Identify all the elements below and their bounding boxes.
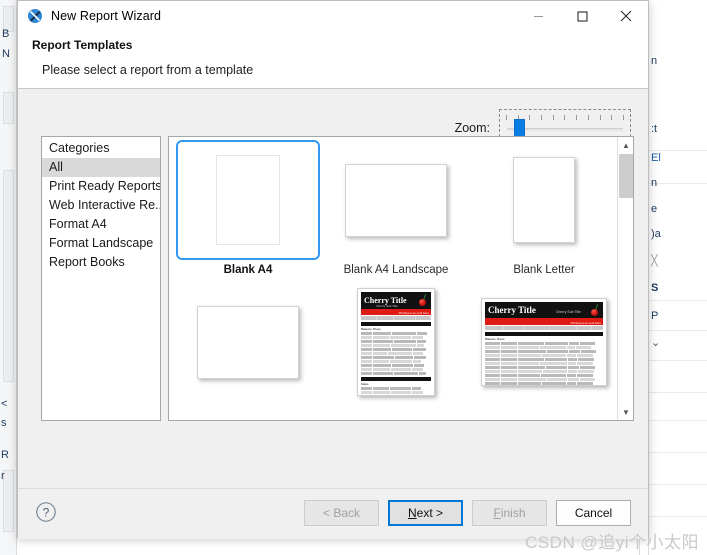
background-text-fragment: n [651,55,658,67]
background-text-fragment: e [651,203,658,215]
background-text-fragment: r [1,470,5,482]
report-section-band [361,322,431,326]
finish-label-rest: inish [500,506,526,520]
category-item-all[interactable]: All [42,158,160,177]
next-accelerator: N [407,506,417,520]
background-text-fragment: < [1,398,8,410]
background-text-fragment: N [2,48,10,60]
report-preview-subtitle: Cherry Sub Title [376,304,398,308]
new-report-wizard-dialog: New Report Wizard Report Templates Pleas… [17,0,649,539]
template-thumb-selected[interactable] [176,140,320,260]
background-text-fragment: ⌄ [651,337,661,349]
cancel-button[interactable]: Cancel [556,500,631,526]
cherry-report-preview-portrait[interactable]: Cherry Title Cherry Sub Title Printing i… [357,288,435,396]
background-text-fragment: B [2,28,10,40]
category-item-categories[interactable]: Categories [42,139,160,158]
cherry-report-preview-landscape[interactable]: Cherry Title Cherry Sub Title Printing i… [481,298,607,386]
window-title: New Report Wizard [51,9,162,23]
minimize-icon[interactable] [516,1,560,31]
chevron-up-icon[interactable]: ▲ [618,137,633,153]
report-wizard-icon [27,8,43,24]
template-label: Blank A4 Landscape [343,264,449,276]
background-text-fragment: n [651,177,658,189]
chevron-down-icon[interactable]: ▼ [618,404,633,420]
report-rows [485,342,603,385]
background-text-fragment: El [651,152,661,164]
report-group-label: Balance Sheet [361,327,381,331]
category-item-print-ready-reports[interactable]: Print Ready Reports [42,177,160,196]
wizard-footer: ? < Back Next > Finish Cancel [18,488,648,539]
template-item-cherry-landscape[interactable]: Cherry Title Cherry Sub Title Printing i… [470,282,618,406]
zoom-label: Zoom: [454,121,490,135]
template-item-blank-a4-landscape[interactable]: Blank A4 Landscape [322,140,470,276]
next-label-suffix: ext > [416,506,444,520]
page-subtitle: Please select a report from a template [42,63,254,77]
template-item-cherry-portrait[interactable]: Cherry Title Cherry Sub Title Printing i… [322,282,470,406]
report-section-band [485,332,603,336]
template-thumb[interactable]: Cherry Title Cherry Sub Title Printing i… [324,282,468,402]
templates-scrollbar[interactable]: ▲ ▼ [617,137,633,420]
finish-accelerator: F [493,506,501,520]
background-text-fragment: s [1,417,7,429]
page-title: Report Templates [32,38,133,52]
category-item-format-landscape[interactable]: Format Landscape [42,234,160,253]
template-thumb[interactable] [472,140,616,260]
next-button[interactable]: Next > [388,500,463,526]
background-text-fragment: )a [651,228,661,240]
wizard-body: Zoom: Categories All Print Ready Reports… [18,89,648,488]
wizard-buttons: < Back Next > Finish Cancel [304,500,631,526]
categories-list[interactable]: Categories All Print Ready Reports Web I… [41,136,161,421]
report-red-bar: Printing is so cool here [361,309,431,315]
svg-text:?: ? [43,505,50,519]
category-item-web-interactive-reports[interactable]: Web Interactive Re... [42,196,160,215]
background-text-fragment: S [651,282,659,294]
template-item-blank-a4[interactable]: Blank A4 [174,140,322,276]
cherry-icon [588,303,602,318]
title-bar[interactable]: New Report Wizard [18,1,648,31]
report-red-bar: Printing is so cool here [485,318,603,325]
report-column-header [361,316,431,320]
templates-panel: Blank A4 Blank A4 Landscape Blank Letter [168,136,634,421]
report-red-note: Printing is so cool here [398,311,429,315]
scrollbar-thumb[interactable] [619,154,633,198]
report-rows [361,332,431,375]
background-right-panel: n :t El n e )a ╳ S P ⌄ [639,0,707,555]
category-item-format-a4[interactable]: Format A4 [42,215,160,234]
template-row: Blank A4 Blank A4 Landscape Blank Letter [174,140,618,276]
report-group-label: Sales [361,382,369,386]
template-thumb[interactable] [324,140,468,260]
report-header-band: Cherry Title Cherry Sub Title [485,302,603,318]
report-group-label: Balance Sheet [485,337,505,341]
category-item-report-books[interactable]: Report Books [42,253,160,272]
report-red-note: Printing is so cool here [570,321,601,325]
close-icon[interactable] [604,1,648,31]
template-thumb[interactable]: Cherry Title Cherry Sub Title Printing i… [472,282,616,402]
maximize-icon[interactable] [560,1,604,31]
background-text-fragment: :t [651,123,658,135]
template-label: Blank Letter [513,264,575,276]
templates-grid: Blank A4 Blank A4 Landscape Blank Letter [169,137,618,420]
report-header-band: Cherry Title Cherry Sub Title [361,292,431,309]
background-text-fragment: R [1,449,9,461]
report-preview-subtitle: Cherry Sub Title [555,310,581,314]
finish-button[interactable]: Finish [472,500,547,526]
background-text-fragment: P [651,310,659,322]
report-rows [361,387,431,395]
back-button[interactable]: < Back [304,500,379,526]
template-row: Cherry Title Cherry Sub Title Printing i… [174,282,618,406]
cherry-icon [416,293,430,308]
report-section-band [361,377,431,381]
report-column-header [485,326,604,330]
template-item-blank-letter[interactable]: Blank Letter [470,140,618,276]
help-button[interactable]: ? [35,501,57,523]
wizard-header: Report Templates Please select a report … [18,31,648,89]
template-item-blank-landscape-2[interactable] [174,282,322,406]
background-text-fragment: ╳ [651,255,658,267]
template-label: Blank A4 [223,264,273,276]
window-controls [516,1,648,31]
template-thumb[interactable] [176,282,320,402]
